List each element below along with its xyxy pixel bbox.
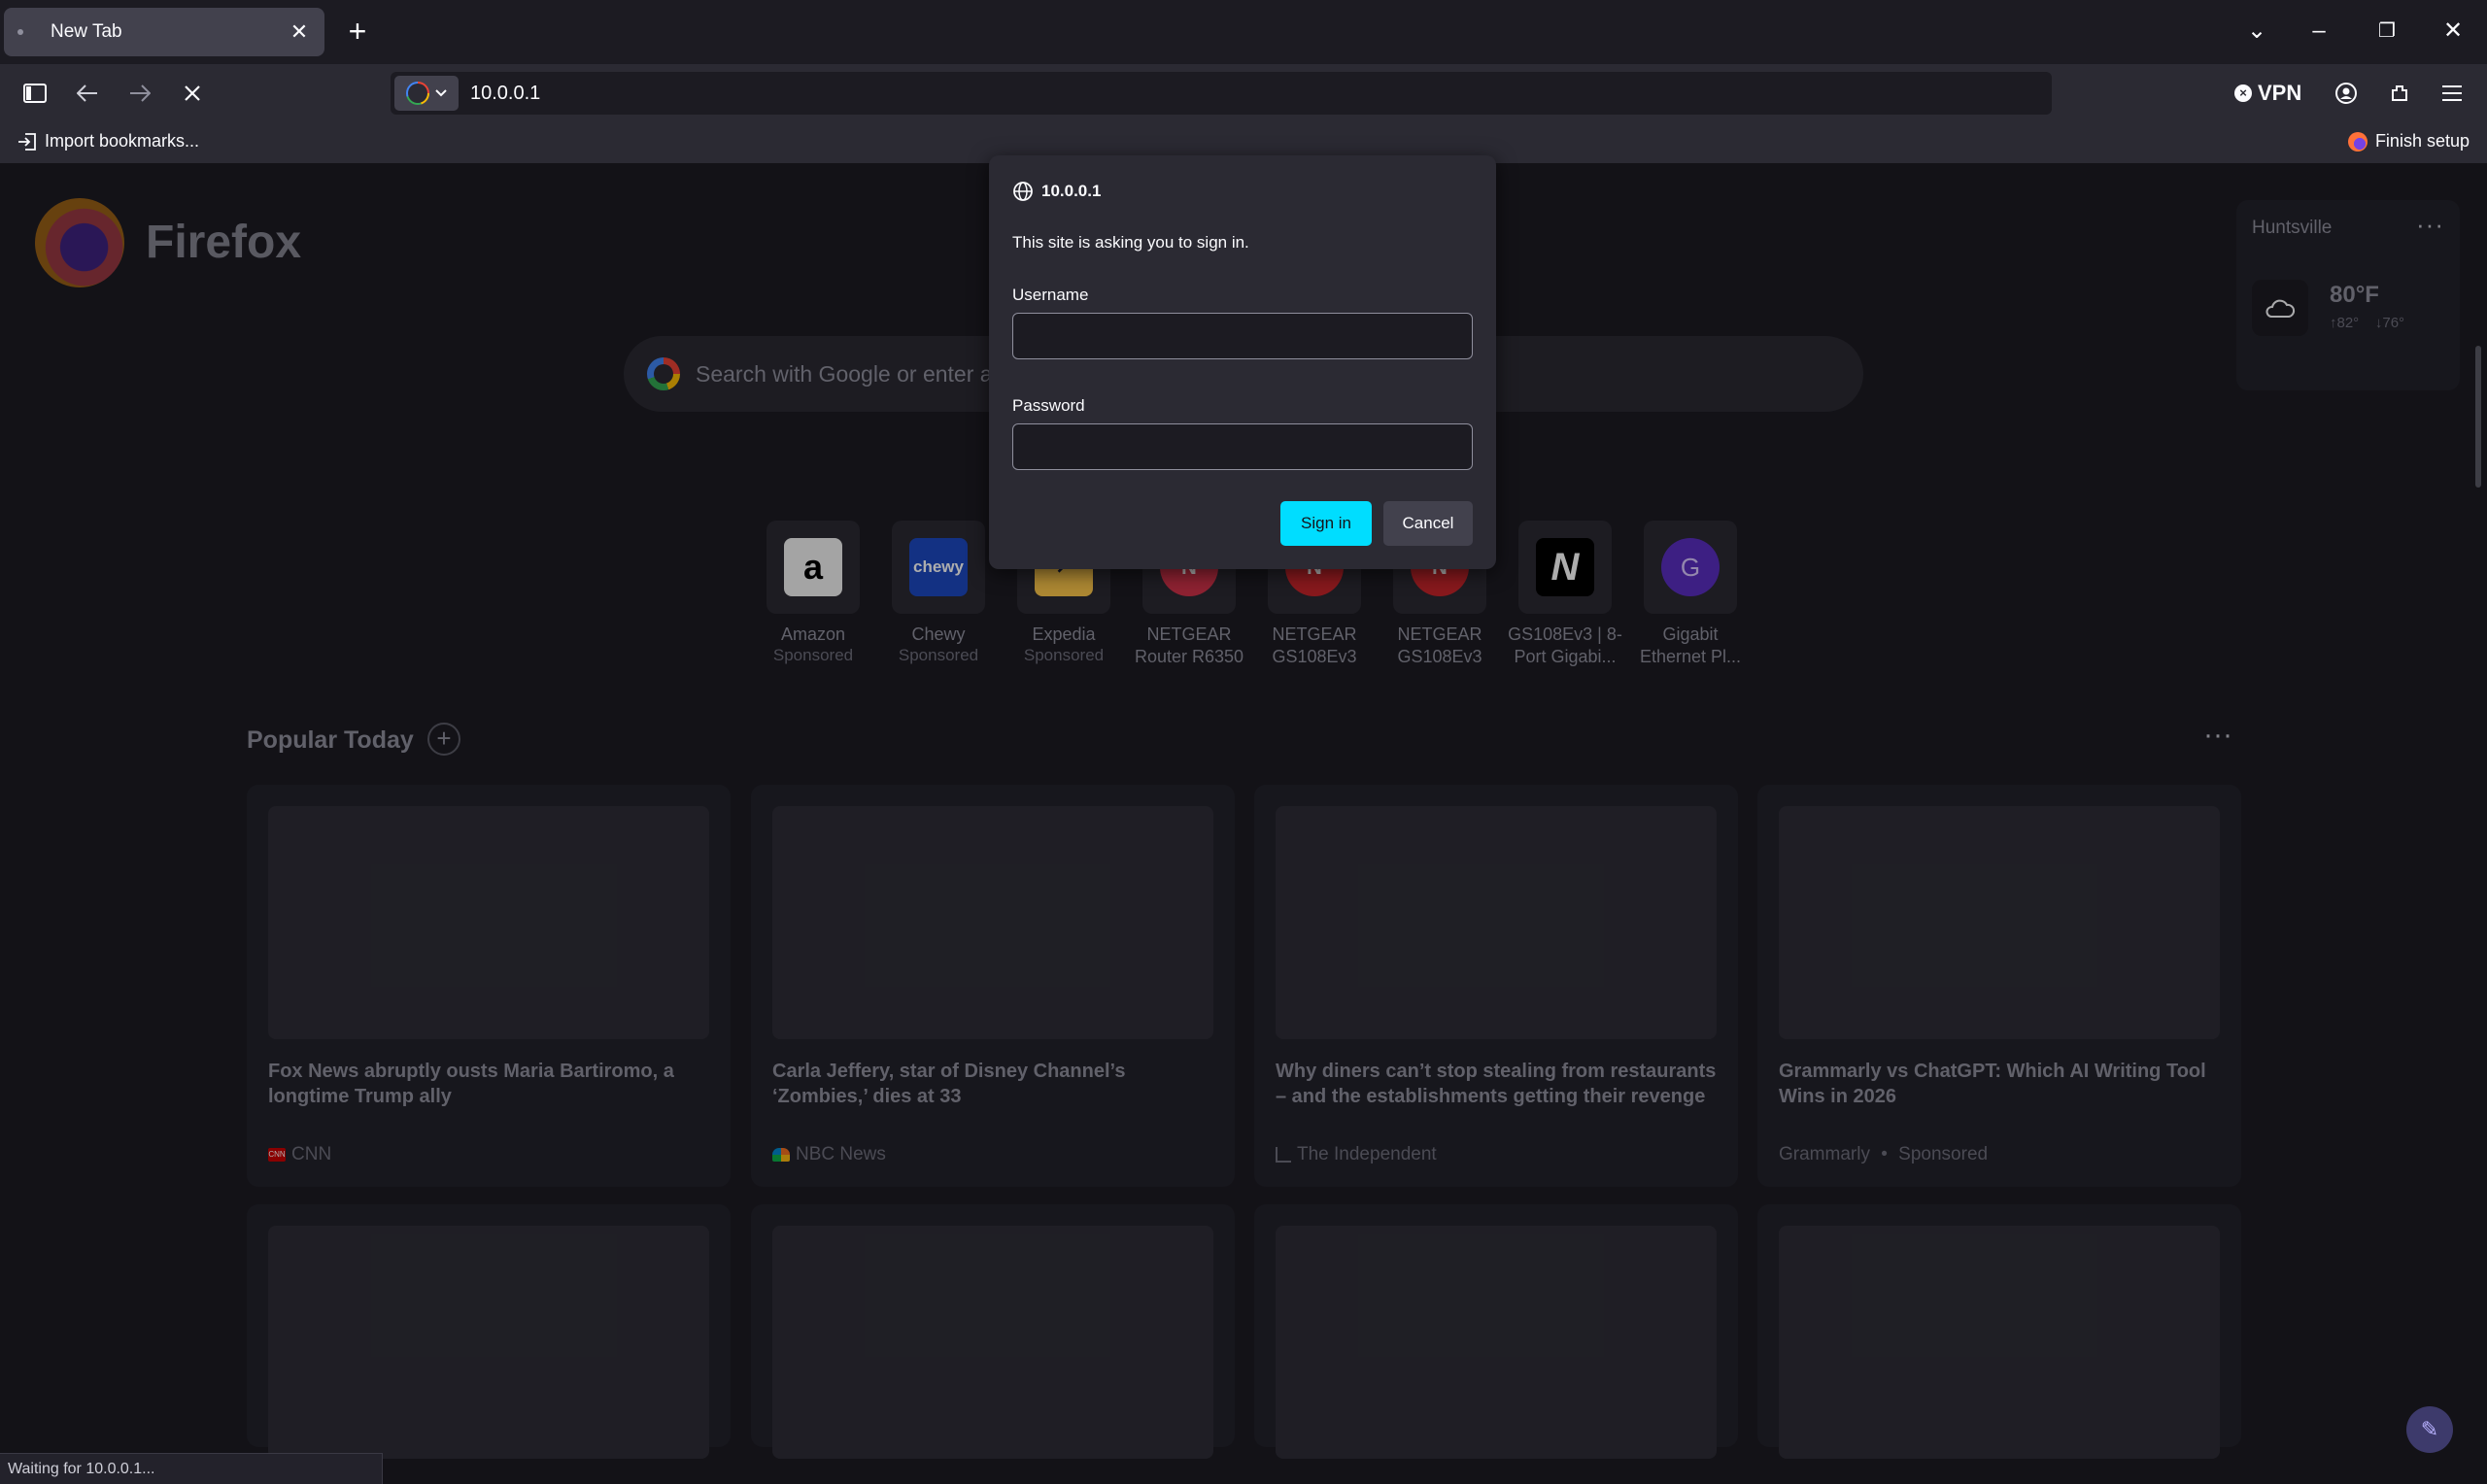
- menu-hamburger-icon[interactable]: [2435, 76, 2470, 111]
- restore-button[interactable]: ❐: [2368, 14, 2406, 49]
- nav-toolbar: 10.0.0.1 × VPN: [0, 64, 2487, 122]
- back-arrow-icon[interactable]: [70, 76, 105, 111]
- url-text[interactable]: 10.0.0.1: [470, 83, 540, 105]
- close-window-button[interactable]: ✕: [2434, 14, 2472, 49]
- auth-dialog: 10.0.0.1 This site is asking you to sign…: [989, 155, 1496, 569]
- dialog-host-label: 10.0.0.1: [1041, 182, 1102, 200]
- globe-icon: [1013, 182, 1033, 201]
- customize-pencil-icon[interactable]: ✎: [2406, 1406, 2453, 1453]
- status-panel: Waiting for 10.0.0.1...: [0, 1453, 383, 1484]
- username-field[interactable]: [1012, 313, 1473, 359]
- cancel-button[interactable]: Cancel: [1383, 501, 1473, 546]
- import-icon: [18, 132, 36, 151]
- firefox-icon: [2347, 131, 2368, 152]
- sign-in-button[interactable]: Sign in: [1280, 501, 1372, 546]
- finish-setup-label: Finish setup: [2374, 131, 2470, 151]
- google-icon: [406, 82, 429, 105]
- tab-close-icon[interactable]: ✕: [288, 19, 311, 45]
- sidebar-icon[interactable]: [17, 76, 52, 111]
- minimize-button[interactable]: –: [2300, 14, 2338, 49]
- stop-loading-icon[interactable]: [175, 76, 210, 111]
- vpn-off-icon: ×: [2234, 84, 2252, 102]
- search-engine-button[interactable]: [394, 76, 459, 111]
- vpn-label: VPN: [2258, 81, 2302, 105]
- password-label: Password: [1012, 396, 1085, 415]
- dialog-message: This site is asking you to sign in.: [1012, 233, 1249, 252]
- import-bookmarks-button[interactable]: Import bookmarks...: [17, 131, 199, 152]
- tab-strip: New Tab ✕ + ⌄ – ❐ ✕: [0, 0, 2487, 64]
- extensions-icon[interactable]: [2382, 76, 2417, 111]
- loading-dot-icon: [17, 29, 23, 35]
- account-icon[interactable]: [2329, 76, 2364, 111]
- chevron-down-icon: [435, 89, 447, 97]
- password-field[interactable]: [1012, 423, 1473, 470]
- finish-setup-button[interactable]: Finish setup: [2347, 131, 2470, 152]
- import-bookmarks-label: Import bookmarks...: [45, 131, 200, 151]
- list-all-tabs-icon[interactable]: ⌄: [2237, 14, 2276, 49]
- vpn-button[interactable]: × VPN: [2234, 78, 2301, 109]
- dialog-host: 10.0.0.1: [1012, 181, 1101, 202]
- tab-new-tab[interactable]: New Tab ✕: [4, 8, 324, 56]
- tab-title: New Tab: [51, 21, 122, 42]
- forward-arrow-icon[interactable]: [122, 76, 157, 111]
- username-label: Username: [1012, 286, 1089, 304]
- address-bar[interactable]: 10.0.0.1: [391, 72, 2052, 115]
- new-tab-button[interactable]: +: [340, 14, 375, 49]
